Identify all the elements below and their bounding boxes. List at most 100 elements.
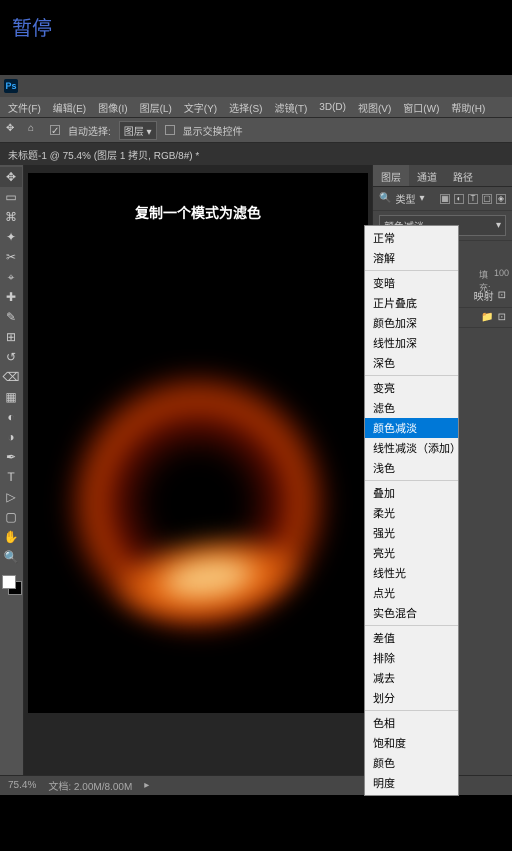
blend-pinlight[interactable]: 点光 <box>365 583 458 603</box>
lasso-tool[interactable]: ⌘ <box>0 207 22 227</box>
chevron-down-icon[interactable]: ▾ <box>419 193 424 204</box>
pen-tool[interactable]: ✒ <box>0 447 22 467</box>
menu-edit[interactable]: 编辑(E) <box>53 100 86 115</box>
menubar: 文件(F) 编辑(E) 图像(I) 图层(L) 文字(Y) 选择(S) 滤镜(T… <box>0 97 512 117</box>
blend-hue[interactable]: 色相 <box>365 713 458 733</box>
blend-softlight[interactable]: 柔光 <box>365 503 458 523</box>
stamp-tool[interactable]: ⊞ <box>0 327 22 347</box>
show-transform-checkbox[interactable] <box>165 125 175 135</box>
folder-icon[interactable]: 📁 <box>481 312 493 323</box>
menu-file[interactable]: 文件(F) <box>8 100 41 115</box>
blend-divide[interactable]: 划分 <box>365 688 458 708</box>
gradient-tool[interactable]: ▦ <box>0 387 22 407</box>
zoom-tool[interactable]: 🔍 <box>0 547 22 567</box>
tab-layers[interactable]: 图层 <box>373 165 409 186</box>
wand-tool[interactable]: ✦ <box>0 227 22 247</box>
filter-shape-icon[interactable]: ▢ <box>482 194 492 204</box>
blend-darken[interactable]: 变暗 <box>365 273 458 293</box>
canvas-overlay-text: 复制一个模式为滤色 <box>135 203 261 223</box>
type-tool[interactable]: T <box>0 467 22 487</box>
toolbar: ✥ ▭ ⌘ ✦ ✂ ⌖ ✚ ✎ ⊞ ↺ ⌫ ▦ ◐ ◑ ✒ T ▷ ▢ ✋ 🔍 <box>0 165 24 775</box>
menu-select[interactable]: 选择(S) <box>229 100 262 115</box>
fill-label: 填充: <box>479 268 491 280</box>
move-tool[interactable]: ✥ <box>0 167 22 187</box>
search-icon[interactable]: 🔍 <box>379 193 391 204</box>
blend-screen[interactable]: 滤色 <box>365 398 458 418</box>
filter-pixel-icon[interactable]: ▦ <box>440 194 450 204</box>
menu-window[interactable]: 窗口(W) <box>403 100 439 115</box>
link-icon[interactable]: ⊡ <box>498 312 506 323</box>
chevron-down-icon: ▾ <box>496 220 501 231</box>
blend-linearlight[interactable]: 线性光 <box>365 563 458 583</box>
filter-type-label: 类型 <box>395 191 415 206</box>
blend-mode-menu: 正常 溶解 变暗 正片叠底 颜色加深 线性加深 深色 变亮 滤色 颜色减淡 线性… <box>364 225 459 796</box>
ps-logo-icon: Ps <box>4 79 18 93</box>
auto-select-checkbox[interactable]: ✓ <box>50 125 60 135</box>
blend-subtract[interactable]: 减去 <box>365 668 458 688</box>
zoom-level[interactable]: 75.4% <box>8 780 36 791</box>
eyedropper-tool[interactable]: ⌖ <box>0 267 22 287</box>
photoshop-window: Ps 文件(F) 编辑(E) 图像(I) 图层(L) 文字(Y) 选择(S) 滤… <box>0 75 512 795</box>
canvas-area: 复制一个模式为滤色 <box>24 165 372 775</box>
tab-paths[interactable]: 路径 <box>445 165 481 186</box>
blend-lighten[interactable]: 变亮 <box>365 378 458 398</box>
mapping-toggle[interactable]: ⊡ <box>498 290 506 301</box>
filter-smart-icon[interactable]: ◈ <box>496 194 506 204</box>
blend-multiply[interactable]: 正片叠底 <box>365 293 458 313</box>
blend-darkercolor[interactable]: 深色 <box>365 353 458 373</box>
move-tool-icon[interactable]: ✥ <box>6 123 20 137</box>
menu-layer[interactable]: 图层(L) <box>140 100 172 115</box>
menu-filter[interactable]: 滤镜(T) <box>275 100 308 115</box>
shape-tool[interactable]: ▢ <box>0 507 22 527</box>
menu-type[interactable]: 文字(Y) <box>184 100 217 115</box>
blend-dissolve[interactable]: 溶解 <box>365 248 458 268</box>
document-tab-bar: 未标题-1 @ 75.4% (图层 1 拷贝, RGB/8#) * <box>0 143 512 165</box>
menu-help[interactable]: 帮助(H) <box>451 100 485 115</box>
doc-size: 文档: 2.00M/8.00M <box>48 778 132 793</box>
blur-tool[interactable]: ◐ <box>0 407 22 427</box>
dodge-tool[interactable]: ◑ <box>0 427 22 447</box>
hand-tool[interactable]: ✋ <box>0 527 22 547</box>
statusbar-chevron-icon[interactable]: ▸ <box>144 780 149 791</box>
filter-adjust-icon[interactable]: ◐ <box>454 194 464 204</box>
blend-overlay[interactable]: 叠加 <box>365 483 458 503</box>
eraser-tool[interactable]: ⌫ <box>0 367 22 387</box>
blend-luminosity[interactable]: 明度 <box>365 773 458 793</box>
blend-hardmix[interactable]: 实色混合 <box>365 603 458 623</box>
menu-image[interactable]: 图像(I) <box>98 100 127 115</box>
blend-vividlight[interactable]: 亮光 <box>365 543 458 563</box>
foreground-color[interactable] <box>2 575 16 589</box>
home-icon[interactable]: ⌂ <box>28 123 42 137</box>
filter-type-icon[interactable]: T <box>468 194 478 204</box>
blend-exclusion[interactable]: 排除 <box>365 648 458 668</box>
blend-linearburn[interactable]: 线性加深 <box>365 333 458 353</box>
menu-view[interactable]: 视图(V) <box>358 100 391 115</box>
heal-tool[interactable]: ✚ <box>0 287 22 307</box>
options-bar: ✥ ⌂ ✓ 自动选择: 图层 ▾ 显示交换控件 <box>0 117 512 143</box>
blend-lightercolor[interactable]: 浅色 <box>365 458 458 478</box>
brush-tool[interactable]: ✎ <box>0 307 22 327</box>
document-tab[interactable]: 未标题-1 @ 75.4% (图层 1 拷贝, RGB/8#) * <box>8 147 199 162</box>
blend-difference[interactable]: 差值 <box>365 628 458 648</box>
auto-select-dropdown[interactable]: 图层 ▾ <box>119 121 157 140</box>
blend-colorburn[interactable]: 颜色加深 <box>365 313 458 333</box>
blend-lineardodge[interactable]: 线性减淡（添加） <box>365 438 458 458</box>
blend-colordodge[interactable]: 颜色减淡 <box>365 418 458 438</box>
titlebar: Ps <box>0 75 512 97</box>
color-swatches[interactable] <box>0 575 22 597</box>
pause-label[interactable]: 暂停 <box>12 12 52 41</box>
menu-3d[interactable]: 3D(D) <box>319 102 346 113</box>
canvas[interactable]: 复制一个模式为滤色 <box>28 173 368 713</box>
path-tool[interactable]: ▷ <box>0 487 22 507</box>
marquee-tool[interactable]: ▭ <box>0 187 22 207</box>
blend-color[interactable]: 颜色 <box>365 753 458 773</box>
mapping-label: 映射 <box>474 288 494 303</box>
tab-channels[interactable]: 通道 <box>409 165 445 186</box>
fill-value[interactable]: 100 <box>494 268 506 280</box>
crop-tool[interactable]: ✂ <box>0 247 22 267</box>
blend-hardlight[interactable]: 强光 <box>365 523 458 543</box>
history-brush-tool[interactable]: ↺ <box>0 347 22 367</box>
blend-normal[interactable]: 正常 <box>365 228 458 248</box>
blend-saturation[interactable]: 饱和度 <box>365 733 458 753</box>
layer-filter-row: 🔍 类型 ▾ ▦ ◐ T ▢ ◈ <box>373 187 512 211</box>
